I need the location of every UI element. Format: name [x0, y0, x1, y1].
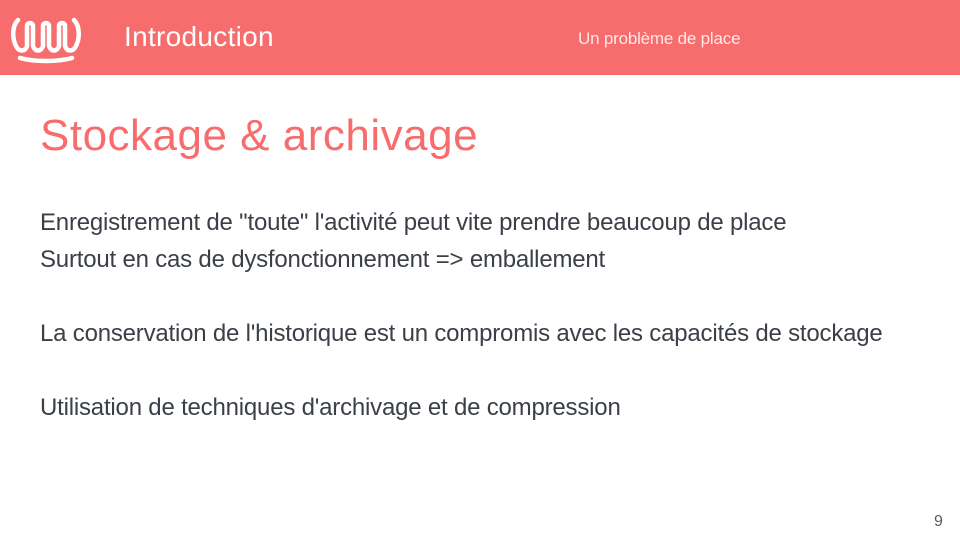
- body-line: Enregistrement de "toute" l'activité peu…: [40, 209, 787, 236]
- body-line: Surtout en cas de dysfonctionnement => e…: [40, 246, 606, 273]
- page-number: 9: [934, 513, 943, 530]
- slide-body: Enregistrement de "toute" l'activité peu…: [40, 204, 930, 426]
- body-line: Utilisation de techniques d'archivage et…: [40, 394, 621, 421]
- subsection-title: Un problème de place: [578, 29, 741, 48]
- body-line: La conservation de l'historique est un c…: [40, 320, 883, 347]
- slide-title: Stockage & archivage: [40, 111, 479, 160]
- wave-logo-icon: [11, 17, 81, 64]
- slide-header: Introduction Un problème de place: [0, 0, 960, 75]
- section-title: Introduction: [124, 21, 274, 52]
